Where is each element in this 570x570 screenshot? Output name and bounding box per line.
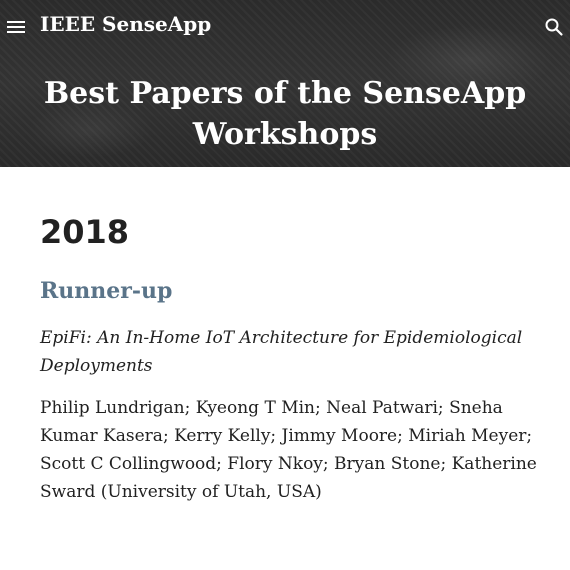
menu-line bbox=[7, 26, 25, 28]
award-heading: Runner-up bbox=[40, 278, 173, 304]
search-icon[interactable] bbox=[543, 16, 565, 38]
menu-line bbox=[7, 31, 25, 33]
top-navigation-bar: IEEE SenseApp bbox=[0, 0, 570, 54]
page: IEEE SenseApp Best Papers of the SenseAp… bbox=[0, 0, 570, 570]
paper-authors: Philip Lundrigan; Kyeong T Min; Neal Pat… bbox=[40, 398, 537, 502]
header-banner: IEEE SenseApp Best Papers of the SenseAp… bbox=[0, 0, 570, 167]
year-heading: 2018 bbox=[40, 213, 130, 251]
site-title-link[interactable]: IEEE SenseApp bbox=[40, 12, 211, 36]
menu-line bbox=[7, 21, 25, 23]
page-title: Best Papers of the SenseApp Workshops bbox=[43, 76, 527, 152]
hamburger-menu-icon[interactable] bbox=[6, 16, 28, 38]
search-icon-graphic bbox=[545, 18, 563, 36]
paper-title: EpiFi: An In-Home IoT Architecture for E… bbox=[40, 328, 523, 376]
